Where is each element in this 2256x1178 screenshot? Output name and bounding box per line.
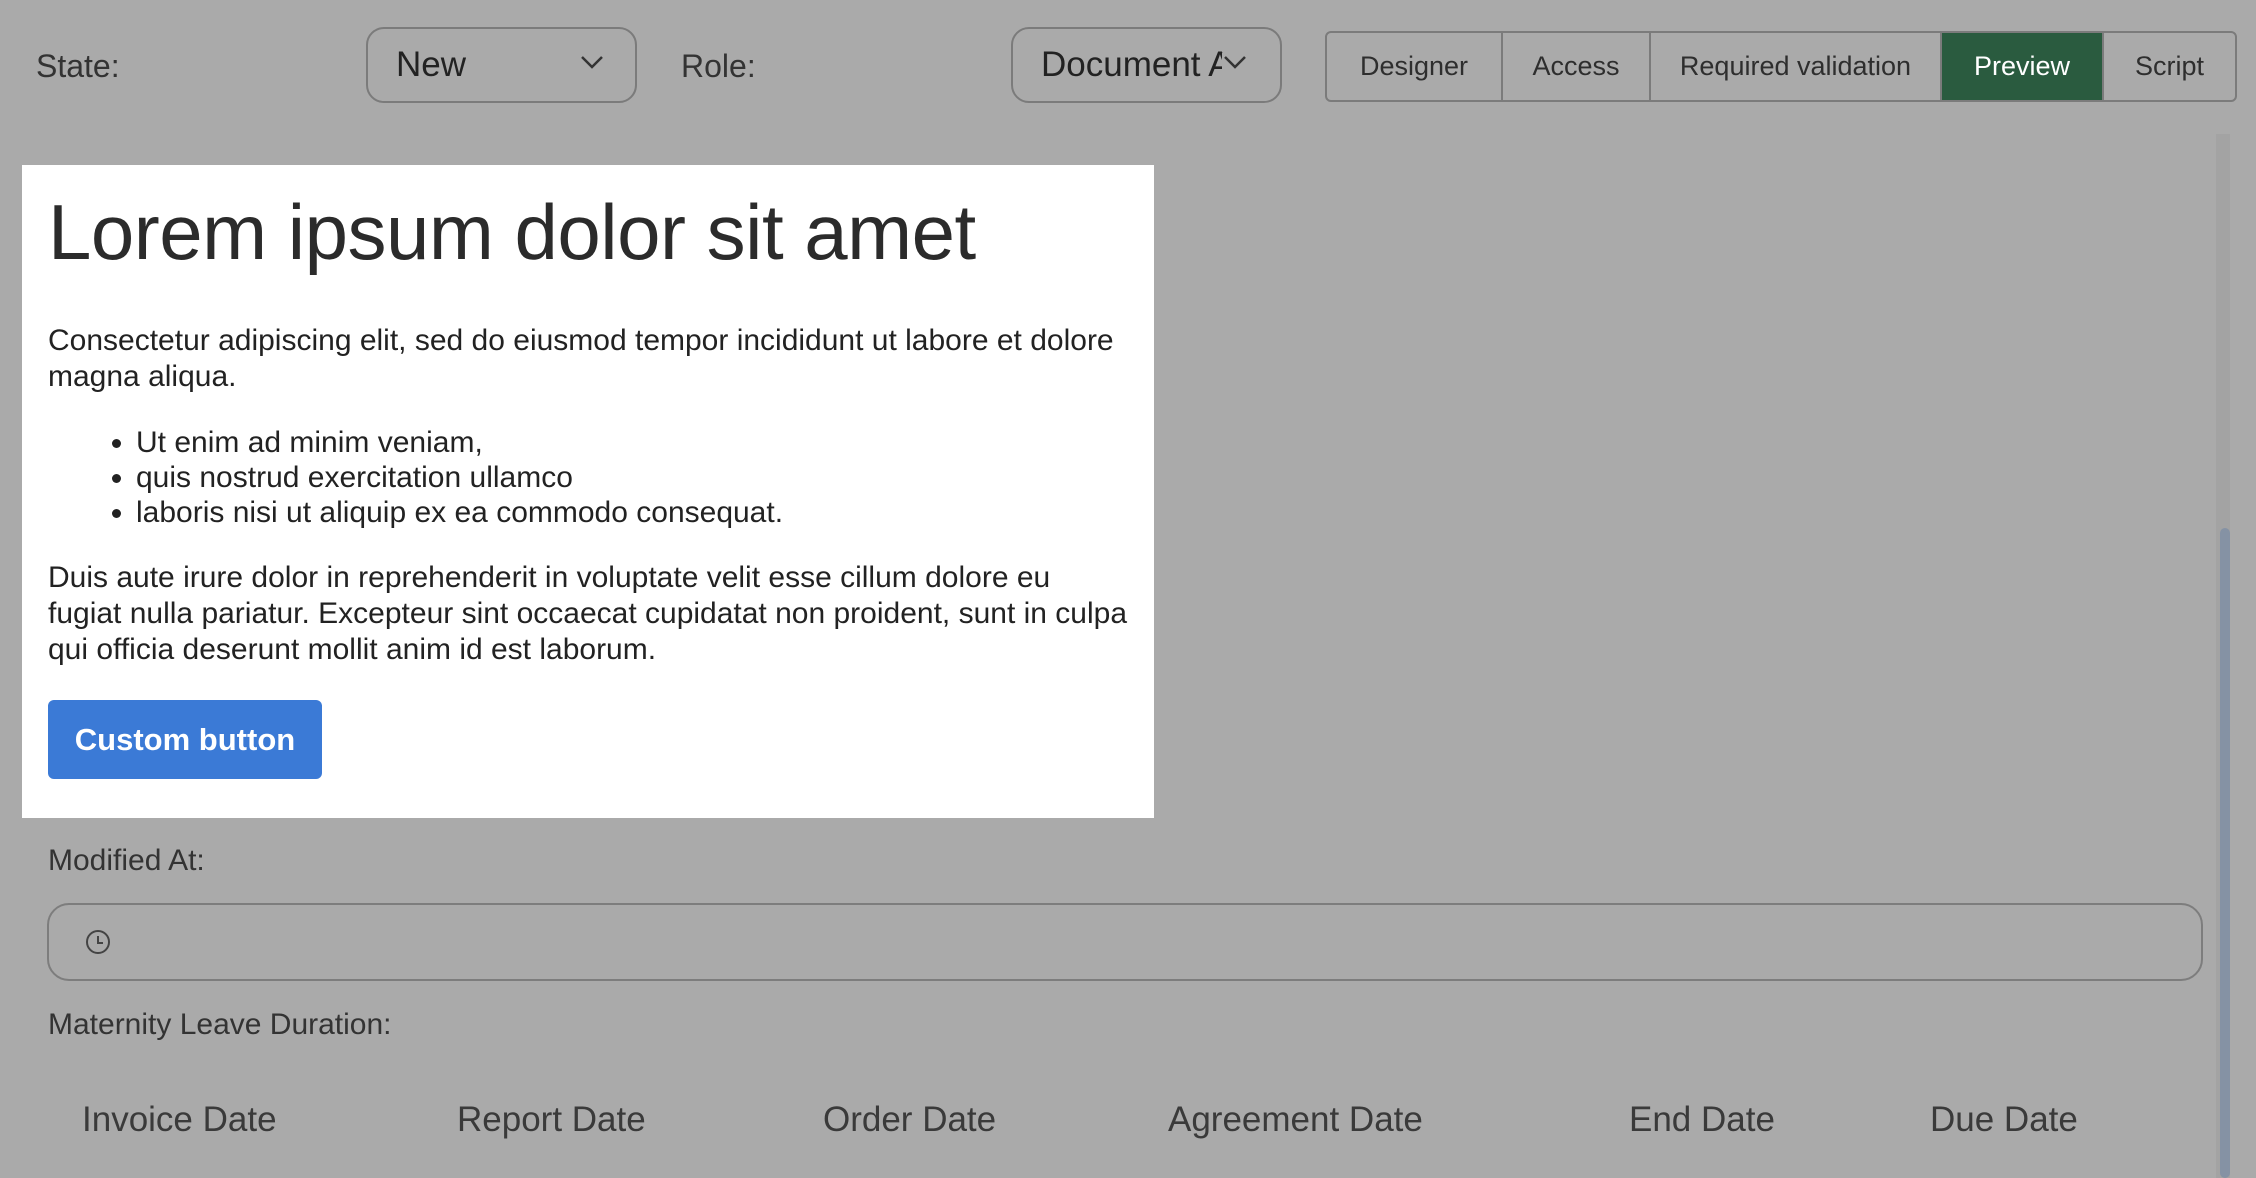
card-paragraph-2: Duis aute irure dolor in reprehenderit i… (48, 561, 1128, 666)
role-select[interactable]: Document Approver (1011, 27, 1282, 103)
card-paragraph-1: Consectetur adipiscing elit, sed do eius… (48, 324, 1114, 393)
state-select[interactable]: New (366, 27, 637, 103)
tab-designer[interactable]: Designer (1327, 33, 1501, 100)
modified-at-field[interactable] (47, 903, 2203, 981)
column-header-invoice-date[interactable]: Invoice Date (82, 1100, 277, 1140)
column-header-end-date[interactable]: End Date (1629, 1100, 1775, 1140)
chevron-down-icon (579, 53, 605, 71)
chevron-down-icon (1222, 53, 1248, 71)
preview-card: Lorem ipsum dolor sit amet Consectetur a… (22, 165, 1154, 818)
column-header-order-date[interactable]: Order Date (823, 1100, 996, 1140)
tab-preview[interactable]: Preview (1940, 33, 2102, 100)
state-label: State: (36, 48, 120, 84)
tab-access[interactable]: Access (1501, 33, 1649, 100)
column-header-due-date[interactable]: Due Date (1930, 1100, 2078, 1140)
state-select-value: New (396, 45, 467, 84)
card-list: Ut enim ad minim veniam, quis nostrud ex… (48, 425, 1128, 530)
clock-icon (86, 930, 110, 954)
modified-at-label: Modified At: (48, 844, 205, 877)
card-heading: Lorem ipsum dolor sit amet (48, 188, 976, 276)
list-item: laboris nisi ut aliquip ex ea commodo co… (136, 495, 1128, 530)
scrollbar-thumb[interactable] (2220, 528, 2230, 1178)
column-header-agreement-date[interactable]: Agreement Date (1168, 1100, 1423, 1140)
maternity-leave-label: Maternity Leave Duration: (48, 1008, 392, 1041)
tab-required-validation[interactable]: Required validation (1649, 33, 1940, 100)
column-header-report-date[interactable]: Report Date (457, 1100, 646, 1140)
list-item: quis nostrud exercitation ullamco (136, 460, 1128, 495)
list-item: Ut enim ad minim veniam, (136, 425, 1128, 460)
toolbar: State: New Role: Document Approver Desig… (0, 0, 2256, 134)
tab-script[interactable]: Script (2102, 33, 2235, 100)
table-header-row: Invoice Date Report Date Order Date Agre… (0, 1100, 2200, 1150)
role-label: Role: (681, 48, 756, 84)
view-tabs: Designer Access Required validation Prev… (1325, 31, 2237, 102)
role-select-value: Document Approver (1041, 45, 1225, 84)
custom-button[interactable]: Custom button (48, 700, 322, 779)
